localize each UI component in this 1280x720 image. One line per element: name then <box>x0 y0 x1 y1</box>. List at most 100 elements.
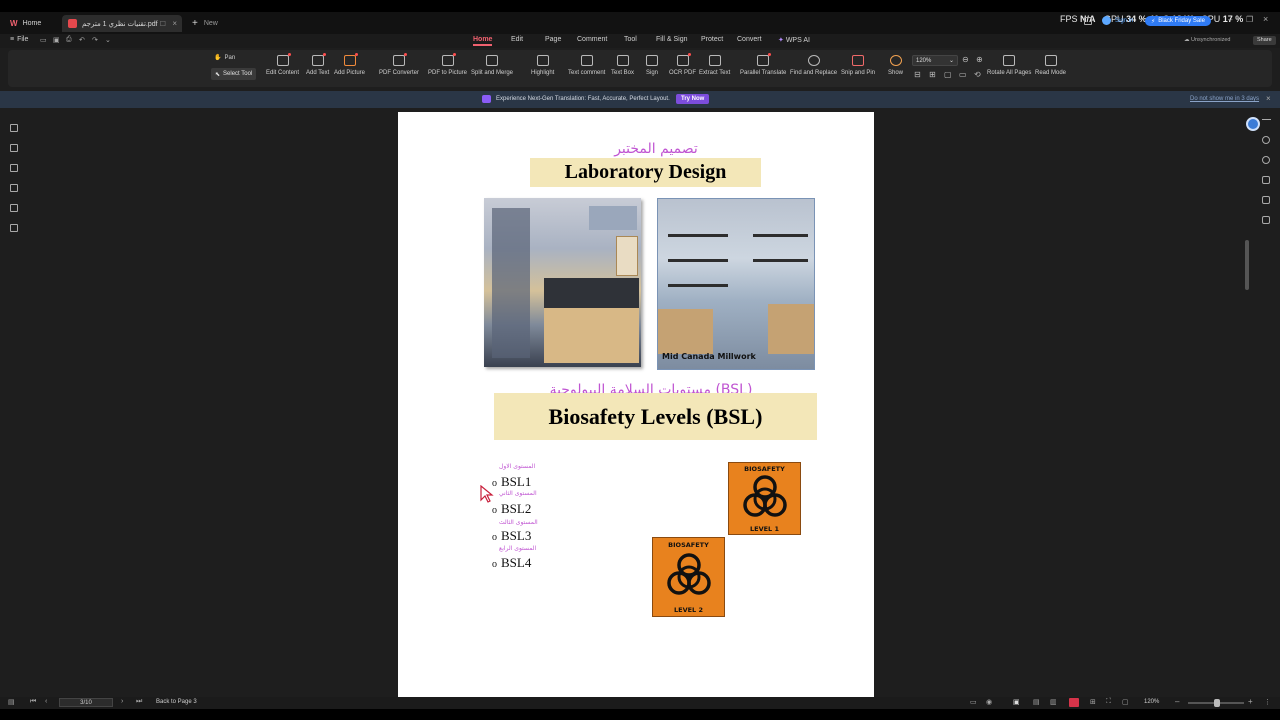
new-tab-button[interactable]: + New <box>186 15 224 32</box>
screen-icon[interactable]: ▭ <box>970 698 977 706</box>
tab-comment[interactable]: Comment <box>577 36 607 43</box>
zoom-slider[interactable] <box>1188 699 1244 707</box>
sidebar-toggle-icon[interactable]: ▤ <box>8 698 15 706</box>
single-page-view-icon[interactable]: ▣ <box>1013 698 1020 706</box>
last-page-icon[interactable]: ⏭ <box>136 698 142 706</box>
snip-icon <box>852 55 865 66</box>
continuous-view-icon[interactable]: ▤ <box>1033 698 1040 706</box>
ocr-pdf-tool[interactable]: OCR PDF <box>669 53 696 76</box>
edit-content-tool[interactable]: Edit Content <box>266 53 299 76</box>
apps-icon[interactable] <box>1262 216 1270 224</box>
two-page-view-icon[interactable]: ▥ <box>1050 698 1057 706</box>
fit-width-icon[interactable]: ⊟ <box>914 70 921 79</box>
bookmark-icon[interactable] <box>10 124 18 132</box>
device-icon[interactable] <box>1084 17 1092 25</box>
status-zoom-out-icon[interactable]: – <box>1175 697 1179 706</box>
status-zoom-in-icon[interactable]: + <box>1248 697 1253 706</box>
pdf-converter-tool[interactable]: PDF Converter <box>379 53 419 76</box>
tab-protect[interactable]: Protect <box>701 36 723 43</box>
first-page-icon[interactable]: ⏮ <box>30 698 36 706</box>
thumbnails-icon[interactable] <box>10 144 18 152</box>
sign-tool[interactable]: Sign <box>646 55 658 76</box>
search-panel-icon[interactable] <box>1262 136 1270 144</box>
show-tool[interactable]: Show <box>888 55 903 76</box>
ai-assistant-icon[interactable] <box>1246 117 1260 131</box>
single-page-icon[interactable]: ▭ <box>959 70 967 79</box>
sign-in-button[interactable]: Sign in <box>1102 16 1133 25</box>
zoom-slider-thumb[interactable] <box>1214 699 1220 707</box>
read-mode-tool[interactable]: Read Mode <box>1035 55 1066 76</box>
zoom-select-value: 120% <box>916 58 932 64</box>
extract-text-tool[interactable]: Extract Text <box>699 55 730 76</box>
find-replace-tool[interactable]: Find and Replace <box>790 55 837 76</box>
snip-pin-tool[interactable]: Snip and Pin <box>841 55 875 76</box>
print-icon[interactable]: ⎙ <box>66 36 72 44</box>
add-picture-tool[interactable]: Add Picture <box>334 53 365 76</box>
restore-icon[interactable]: ❐ <box>1246 15 1253 24</box>
save-icon[interactable]: ▣ <box>53 36 60 44</box>
more-icon[interactable]: ⌄ <box>105 36 111 44</box>
fit-icon[interactable]: ⊞ <box>1090 698 1096 706</box>
page-number-input[interactable]: 3/10 <box>59 698 113 707</box>
share-button[interactable]: Share <box>1253 36 1276 45</box>
pdf-to-picture-tool[interactable]: PDF to Picture <box>428 53 467 76</box>
close-banner-icon[interactable]: × <box>1266 94 1271 103</box>
tab-edit[interactable]: Edit <box>511 36 523 43</box>
text-box-tool[interactable]: Text Box <box>611 55 634 76</box>
show-label: Show <box>888 70 904 76</box>
tab-close-icon[interactable]: × <box>172 19 177 28</box>
tab-document[interactable]: تقنيات نظري 1 مترجم.pdf ☐ × <box>62 15 182 32</box>
actual-size-icon[interactable]: ▢ <box>944 70 952 79</box>
zoom-in-icon[interactable]: ⊕ <box>976 55 983 64</box>
try-now-button[interactable]: Try Now <box>676 94 710 104</box>
fit-page-icon[interactable]: ⊞ <box>929 70 936 79</box>
add-text-tool[interactable]: Add Text <box>306 53 329 76</box>
tab-convert[interactable]: Convert <box>737 36 762 43</box>
properties-icon[interactable] <box>1262 176 1270 184</box>
sync-status[interactable]: ☁ Unsynchronized <box>1184 37 1230 43</box>
translate-panel-icon[interactable] <box>1262 196 1270 204</box>
zoom-select[interactable]: 120% ⌄ <box>912 55 958 66</box>
tab-page[interactable]: Page <box>545 36 561 43</box>
prev-page-icon[interactable]: ‹ <box>45 698 47 705</box>
back-to-page-link[interactable]: Back to Page 3 <box>156 699 197 705</box>
tab-home-menu[interactable]: Home <box>473 36 493 46</box>
fullscreen-icon[interactable]: ⛶ <box>1106 698 1111 706</box>
layers-icon[interactable] <box>10 224 18 232</box>
open-icon[interactable]: ▭ <box>40 36 47 44</box>
close-window-icon[interactable]: × <box>1263 14 1268 24</box>
zoom-out-icon[interactable]: ⊖ <box>962 55 969 64</box>
next-page-icon[interactable]: › <box>121 698 123 705</box>
bookmark-view-icon[interactable]: ▢ <box>1122 698 1129 706</box>
rotate-all-tool[interactable]: Rotate All Pages <box>987 55 1031 76</box>
comment-icon[interactable] <box>10 164 18 172</box>
tab-wps-ai[interactable]: ✦ WPS AI <box>778 36 810 44</box>
tab-home[interactable]: W Home <box>4 15 47 32</box>
select-tool[interactable]: ⬉ Select Tool <box>211 68 257 80</box>
parallel-translate-label: Parallel Translate <box>740 70 787 76</box>
pan-tool[interactable]: ✋ Pan <box>214 54 235 62</box>
highlight-tool[interactable]: Highlight <box>531 55 554 76</box>
split-merge-tool[interactable]: Split and Merge <box>471 55 513 76</box>
eye-icon[interactable]: ◉ <box>986 698 992 706</box>
redo-icon[interactable]: ↷ <box>92 36 98 44</box>
attachment-icon[interactable] <box>10 184 18 192</box>
help-icon[interactable] <box>1262 156 1270 164</box>
file-menu[interactable]: ≡ File <box>10 36 28 43</box>
collapse-icon[interactable] <box>1262 119 1271 120</box>
promo-button[interactable]: ⚡ Black Friday Sale <box>1145 16 1211 26</box>
minimize-icon[interactable]: – <box>1228 15 1232 24</box>
presentation-icon[interactable] <box>1069 698 1079 707</box>
parallel-translate-tool[interactable]: Parallel Translate <box>740 53 787 76</box>
tab-fill-sign[interactable]: Fill & Sign <box>656 36 688 43</box>
undo-icon[interactable]: ↶ <box>79 36 85 44</box>
signature-icon[interactable] <box>10 204 18 212</box>
tab-tool[interactable]: Tool <box>624 36 637 43</box>
rotate-icon[interactable]: ⟲ <box>974 70 981 79</box>
more-options-icon[interactable]: ⋮ <box>1264 698 1271 706</box>
lab-design-title: Laboratory Design <box>530 158 761 187</box>
dismiss-banner-link[interactable]: Do not show me in 3 days <box>1190 96 1259 102</box>
scrollbar-thumb[interactable] <box>1245 240 1249 290</box>
text-comment-tool[interactable]: Text comment <box>568 55 605 76</box>
bsl1-arabic: المستوى الاول <box>499 463 536 470</box>
